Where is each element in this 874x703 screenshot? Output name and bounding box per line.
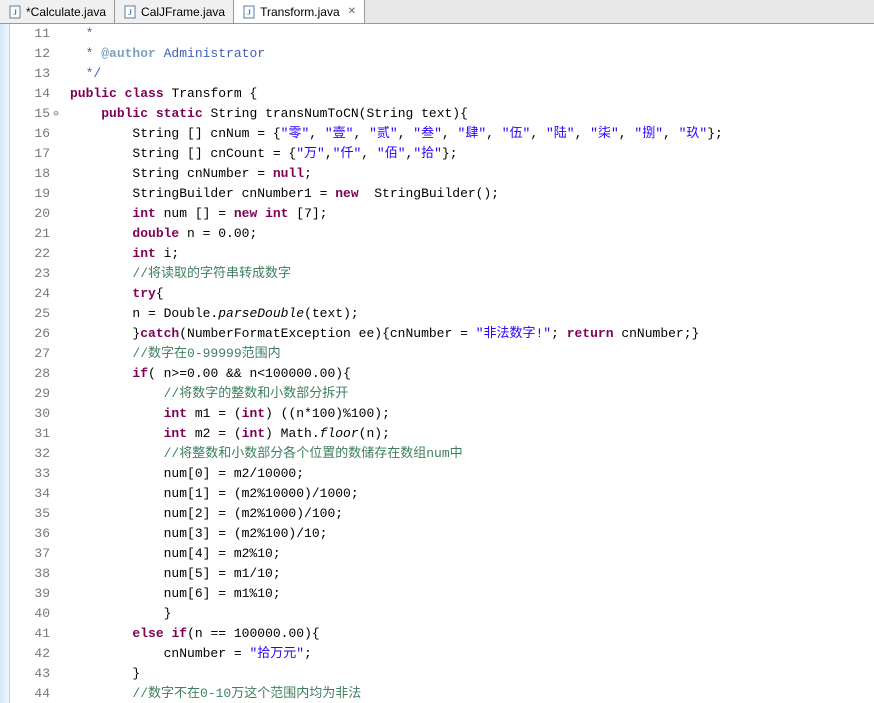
tab-bar: J *Calculate.java J CalJFrame.java J Transfor…	[0, 0, 874, 24]
line-number: 11	[22, 24, 60, 44]
code-line[interactable]: //数字在0-99999范围内	[70, 344, 874, 364]
line-number: 43	[22, 664, 60, 684]
line-number: 13	[22, 64, 60, 84]
close-icon[interactable]: ✕	[348, 6, 356, 17]
line-number: 28	[22, 364, 60, 384]
code-line[interactable]: num[0] = m2/10000;	[70, 464, 874, 484]
tab-label: Transform.java	[260, 5, 340, 19]
line-number: 31	[22, 424, 60, 444]
line-number: 18	[22, 164, 60, 184]
code-line[interactable]: StringBuilder cnNumber1 = new StringBuil…	[70, 184, 874, 204]
code-line[interactable]: try{	[70, 284, 874, 304]
tab-label: CalJFrame.java	[141, 5, 225, 19]
line-number: 15⊖	[22, 104, 60, 124]
code-line[interactable]: num[6] = m1%10;	[70, 584, 874, 604]
code-line[interactable]: num[5] = m1/10;	[70, 564, 874, 584]
code-line[interactable]: num[1] = (m2%10000)/1000;	[70, 484, 874, 504]
editor-tab[interactable]: J Transform.java ✕	[234, 0, 365, 23]
line-number: 23	[22, 264, 60, 284]
code-line[interactable]: public class Transform {	[70, 84, 874, 104]
left-ruler	[0, 24, 10, 703]
line-number: 40	[22, 604, 60, 624]
line-number: 38	[22, 564, 60, 584]
code-line[interactable]: n = Double.parseDouble(text);	[70, 304, 874, 324]
code-line[interactable]: int m2 = (int) Math.floor(n);	[70, 424, 874, 444]
code-line[interactable]: else if(n == 100000.00){	[70, 624, 874, 644]
line-number: 29	[22, 384, 60, 404]
code-line[interactable]: public static String transNumToCN(String…	[70, 104, 874, 124]
java-file-icon: J	[8, 5, 22, 19]
editor-tab[interactable]: J *Calculate.java	[0, 0, 115, 23]
line-number: 36	[22, 524, 60, 544]
editor-tab[interactable]: J CalJFrame.java	[115, 0, 234, 23]
line-number: 32	[22, 444, 60, 464]
code-line[interactable]: */	[70, 64, 874, 84]
java-file-icon: J	[123, 5, 137, 19]
svg-text:J: J	[13, 8, 17, 17]
line-number: 12	[22, 44, 60, 64]
line-number-gutter: 1112131415⊖16171819202122232425262728293…	[10, 24, 66, 703]
code-line[interactable]: num[4] = m2%10;	[70, 544, 874, 564]
code-line[interactable]: int num [] = new int [7];	[70, 204, 874, 224]
line-number: 33	[22, 464, 60, 484]
code-line[interactable]: }catch(NumberFormatException ee){cnNumbe…	[70, 324, 874, 344]
code-line[interactable]: //将读取的字符串转成数字	[70, 264, 874, 284]
line-number: 41	[22, 624, 60, 644]
svg-text:J: J	[128, 8, 132, 17]
line-number: 44	[22, 684, 60, 703]
editor-pane: 1112131415⊖16171819202122232425262728293…	[0, 24, 874, 703]
code-line[interactable]: int m1 = (int) ((n*100)%100);	[70, 404, 874, 424]
line-number: 14	[22, 84, 60, 104]
java-file-icon: J	[242, 5, 256, 19]
code-line[interactable]: String [] cnNum = {"零", "壹", "贰", "叁", "…	[70, 124, 874, 144]
line-number: 42	[22, 644, 60, 664]
line-number: 27	[22, 344, 60, 364]
line-number: 25	[22, 304, 60, 324]
code-line[interactable]: num[2] = (m2%1000)/100;	[70, 504, 874, 524]
code-line[interactable]: String cnNumber = null;	[70, 164, 874, 184]
code-line[interactable]: * @author Administrator	[70, 44, 874, 64]
code-line[interactable]: String [] cnCount = {"万","仟", "佰","拾"};	[70, 144, 874, 164]
line-number: 34	[22, 484, 60, 504]
code-line[interactable]: double n = 0.00;	[70, 224, 874, 244]
line-number: 24	[22, 284, 60, 304]
line-number: 39	[22, 584, 60, 604]
code-line[interactable]: int i;	[70, 244, 874, 264]
code-line[interactable]: //将数字的整数和小数部分拆开	[70, 384, 874, 404]
fold-marker[interactable]: ⊖	[52, 104, 60, 124]
line-number: 26	[22, 324, 60, 344]
code-line[interactable]: cnNumber = "拾万元";	[70, 644, 874, 664]
code-line[interactable]: }	[70, 664, 874, 684]
code-line[interactable]: *	[70, 24, 874, 44]
line-number: 17	[22, 144, 60, 164]
code-line[interactable]: num[3] = (m2%100)/10;	[70, 524, 874, 544]
line-number: 35	[22, 504, 60, 524]
line-number: 22	[22, 244, 60, 264]
line-number: 21	[22, 224, 60, 244]
code-area[interactable]: * * @author Administrator */public class…	[66, 24, 874, 703]
line-number: 16	[22, 124, 60, 144]
code-line[interactable]: if( n>=0.00 && n<100000.00){	[70, 364, 874, 384]
svg-text:J: J	[247, 8, 251, 17]
line-number: 30	[22, 404, 60, 424]
code-line[interactable]: //将整数和小数部分各个位置的数储存在数组num中	[70, 444, 874, 464]
tab-label: *Calculate.java	[26, 5, 106, 19]
code-line[interactable]: }	[70, 604, 874, 624]
line-number: 20	[22, 204, 60, 224]
line-number: 37	[22, 544, 60, 564]
code-line[interactable]: //数字不在0-10万这个范围内均为非法	[70, 684, 874, 703]
line-number: 19	[22, 184, 60, 204]
